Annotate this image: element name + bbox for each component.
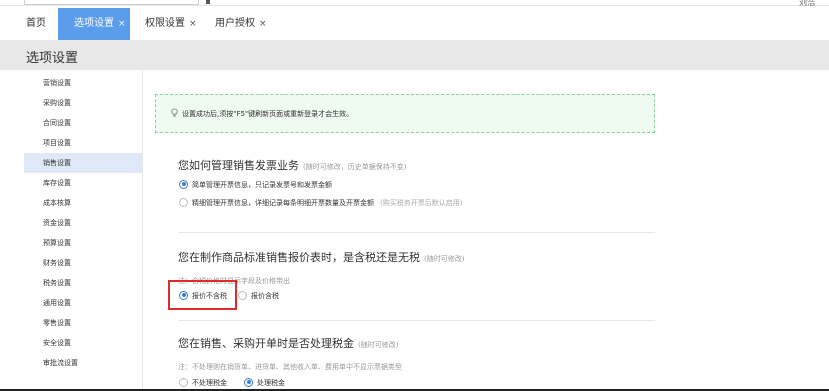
radio-simple-invoice[interactable]: 简单管理开票信息，只记录发票号和发票金额: [179, 179, 332, 191]
radio-label: 精细管理开票信息，详细记录每条明细开票数量及开票金额: [192, 199, 374, 207]
question-title: 您如何管理销售发票业务: [178, 159, 299, 172]
close-icon[interactable]: ×: [189, 19, 197, 29]
radio-detailed-invoice[interactable]: 精细管理开票信息，详细记录每条明细开票数量及开票金额 (购买税务开票后默认启用): [179, 197, 462, 209]
radio-no-tax[interactable]: 不处理税金: [179, 377, 227, 389]
question-title: 您在制作商品标准销售报价表时，是含税还是无税: [178, 251, 420, 264]
tab-permission-settings[interactable]: 权限设置 ×: [137, 8, 205, 40]
sidebar-item-funds[interactable]: 资金设置: [24, 213, 142, 233]
radio-unchecked-icon: [179, 197, 188, 207]
page-title: 选项设置: [26, 51, 79, 66]
sidebar-item-label: 成本核算: [43, 199, 71, 207]
sidebar-item-sales[interactable]: 销售设置: [24, 153, 142, 173]
highlight-box: [168, 280, 237, 310]
question-hint: (随时可修改，历史单据保持不变): [303, 163, 407, 171]
radio-unchecked-icon: [238, 290, 247, 300]
sidebar-item-label: 审批流设置: [43, 359, 78, 367]
radio-label: 不处理税金: [192, 379, 227, 387]
sidebar-item-marketing[interactable]: 营销设置: [24, 73, 142, 93]
radio-checked-icon: [244, 377, 253, 387]
sidebar-item-label: 营销设置: [43, 79, 71, 87]
radio-label: 处理税金: [257, 379, 285, 387]
lightbulb-icon: [171, 108, 178, 117]
sidebar-item-contract[interactable]: 合同设置: [24, 113, 142, 133]
tab-label: 用户授权: [215, 18, 255, 29]
radio-extra-note: (购买税务开票后默认启用): [380, 199, 463, 207]
tab-label: 选项设置: [74, 18, 114, 29]
sidebar-item-project[interactable]: 项目设置: [24, 133, 142, 153]
sidebar-item-label: 安全设置: [43, 339, 71, 347]
close-icon[interactable]: ×: [259, 19, 267, 29]
top-strip: 刘浩: [0, 0, 829, 8]
tax-note: 注：不处理则在销货单、进货单、其他收入单、费用单中不显示票据类型: [178, 363, 402, 371]
question-hint: (随时可修改): [358, 341, 399, 349]
user-name[interactable]: 刘浩: [799, 0, 815, 8]
section-divider: [178, 232, 655, 233]
tab-user-authorization[interactable]: 用户授权 ×: [207, 8, 275, 40]
sidebar-item-approval-flow[interactable]: 审批流设置: [24, 353, 142, 373]
tab-label: 首页: [26, 18, 46, 29]
sidebar-item-label: 库存设置: [43, 179, 71, 187]
notice-banner: 设置成功后,须按"F5"键刷新页面或重新登录才会生效。: [155, 94, 655, 133]
sidebar-item-inventory[interactable]: 库存设置: [24, 173, 142, 193]
sidebar-item-label: 项目设置: [43, 139, 71, 147]
question-title: 您在销售、采购开单时是否处理税金: [178, 337, 354, 350]
invoice-question: 您如何管理销售发票业务 (随时可修改，历史单据保持不变): [178, 157, 406, 173]
sidebar-item-cost[interactable]: 成本核算: [24, 193, 142, 213]
sidebar-item-label: 预算设置: [43, 239, 71, 247]
radio-checked-icon: [179, 179, 188, 189]
sidebar-item-finance[interactable]: 财务设置: [24, 253, 142, 273]
sidebar-item-security[interactable]: 安全设置: [24, 333, 142, 353]
radio-handle-tax[interactable]: 处理税金: [244, 377, 285, 389]
radio-label: 报价含税: [251, 292, 279, 300]
section-divider: [178, 320, 655, 321]
radio-label: 简单管理开票信息，只记录发票号和发票金额: [192, 181, 332, 189]
tab-bar: 首页 选项设置 × 权限设置 × 用户授权 ×: [0, 8, 829, 40]
tab-options-settings[interactable]: 选项设置 ×: [58, 8, 130, 40]
sidebar-item-retail[interactable]: 零售设置: [24, 313, 142, 333]
radio-price-incl-tax[interactable]: 报价含税: [238, 290, 279, 302]
tax-handling-question: 您在销售、采购开单时是否处理税金 (随时可修改): [178, 335, 398, 351]
sidebar-item-general[interactable]: 通用设置: [24, 293, 142, 313]
notice-text: 设置成功后,须按"F5"键刷新页面或重新登录才会生效。: [182, 110, 354, 118]
tab-home[interactable]: 首页: [18, 8, 54, 40]
page-title-bar: 选项设置: [0, 40, 829, 70]
sidebar-item-label: 零售设置: [43, 319, 71, 327]
sidebar-item-label: 资金设置: [43, 219, 71, 227]
sidebar-item-label: 通用设置: [43, 299, 71, 307]
toolbar-mark: [206, 0, 210, 4]
sidebar-item-budget[interactable]: 预算设置: [24, 233, 142, 253]
sidebar-item-label: 税务设置: [43, 279, 71, 287]
sidebar-item-label: 销售设置: [43, 159, 71, 167]
close-icon[interactable]: ×: [118, 19, 126, 29]
radio-unchecked-icon: [179, 377, 188, 387]
sidebar: 营销设置 采购设置 合同设置 项目设置 销售设置 库存设置 成本核算 资金设置 …: [0, 70, 143, 391]
sidebar-item-label: 采购设置: [43, 99, 71, 107]
address-field[interactable]: [24, 0, 199, 5]
settings-content: 设置成功后,须按"F5"键刷新页面或重新登录才会生效。 您如何管理销售发票业务 (…: [143, 70, 829, 391]
question-hint: (随时可修改): [424, 255, 465, 263]
sidebar-item-label: 财务设置: [43, 259, 71, 267]
sidebar-item-tax[interactable]: 税务设置: [24, 273, 142, 293]
sidebar-item-label: 合同设置: [43, 119, 71, 127]
price-tax-question: 您在制作商品标准销售报价表时，是含税还是无税 (随时可修改): [178, 249, 464, 265]
sidebar-item-purchase[interactable]: 采购设置: [24, 93, 142, 113]
tab-label: 权限设置: [145, 18, 185, 29]
